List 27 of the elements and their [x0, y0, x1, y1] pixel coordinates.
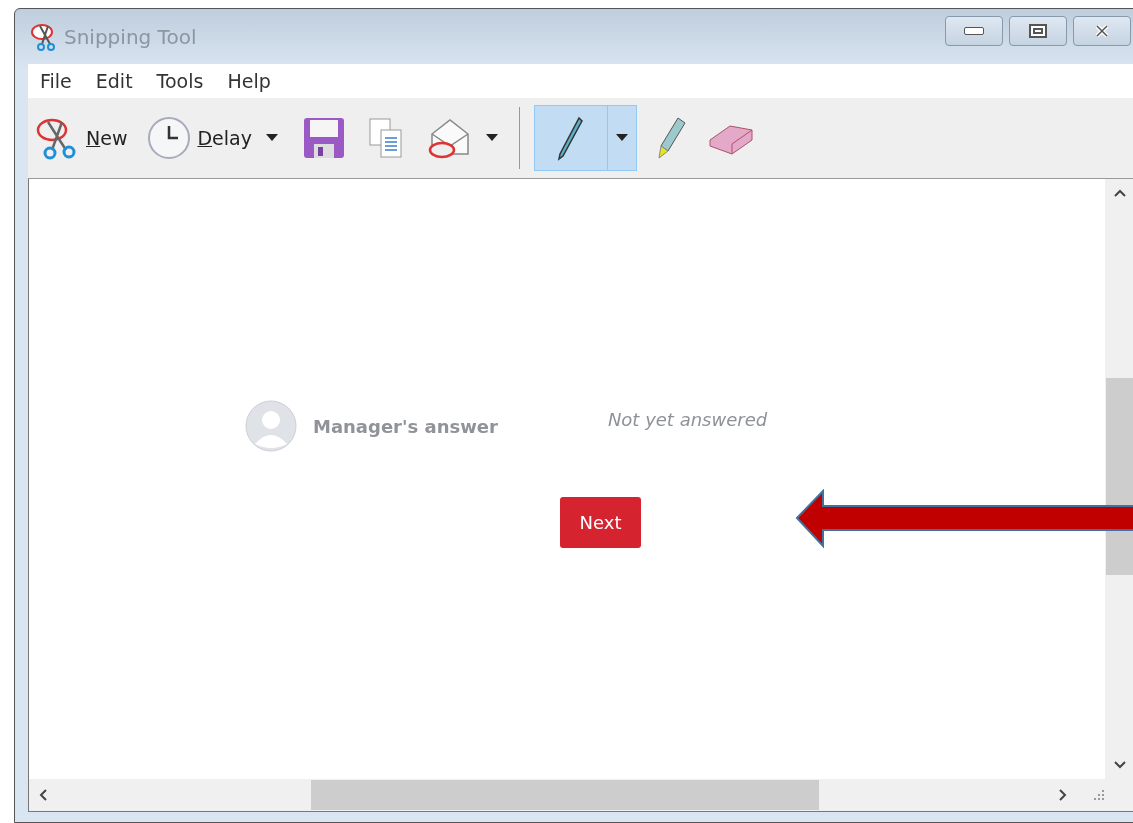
maximize-button[interactable] — [1009, 15, 1067, 46]
scroll-up-icon[interactable] — [1114, 189, 1126, 197]
scroll-down-icon[interactable] — [1114, 761, 1126, 769]
avatar-icon — [245, 400, 297, 452]
resize-grip-icon[interactable] — [1093, 789, 1105, 801]
caret-icon[interactable] — [615, 134, 628, 142]
pen-button[interactable] — [533, 105, 637, 171]
scroll-thumb[interactable] — [311, 780, 819, 810]
caret-icon[interactable] — [265, 134, 278, 142]
horizontal-scrollbar[interactable] — [29, 779, 1133, 811]
close-icon — [1094, 23, 1110, 38]
clock-icon — [147, 116, 192, 160]
answer-label: Manager's answer — [313, 415, 498, 437]
menu-item[interactable]: Edit — [95, 70, 133, 92]
new-button[interactable]: New — [33, 105, 131, 171]
vertical-scrollbar[interactable] — [1105, 179, 1133, 779]
menu-item[interactable]: File — [40, 70, 72, 92]
window-title: Snipping Tool — [64, 24, 197, 49]
scroll-right-icon[interactable] — [1059, 789, 1067, 801]
caret-icon[interactable] — [485, 134, 498, 142]
menu-item[interactable]: Help — [227, 70, 271, 92]
scroll-left-icon[interactable] — [39, 789, 47, 801]
minimize-button[interactable] — [945, 15, 1003, 46]
answer-status: Not yet answered — [607, 408, 768, 430]
next-button[interactable]: Next — [560, 497, 641, 548]
delay-button[interactable]: Delay — [144, 105, 285, 171]
menu-item[interactable]: Tools — [156, 70, 204, 92]
